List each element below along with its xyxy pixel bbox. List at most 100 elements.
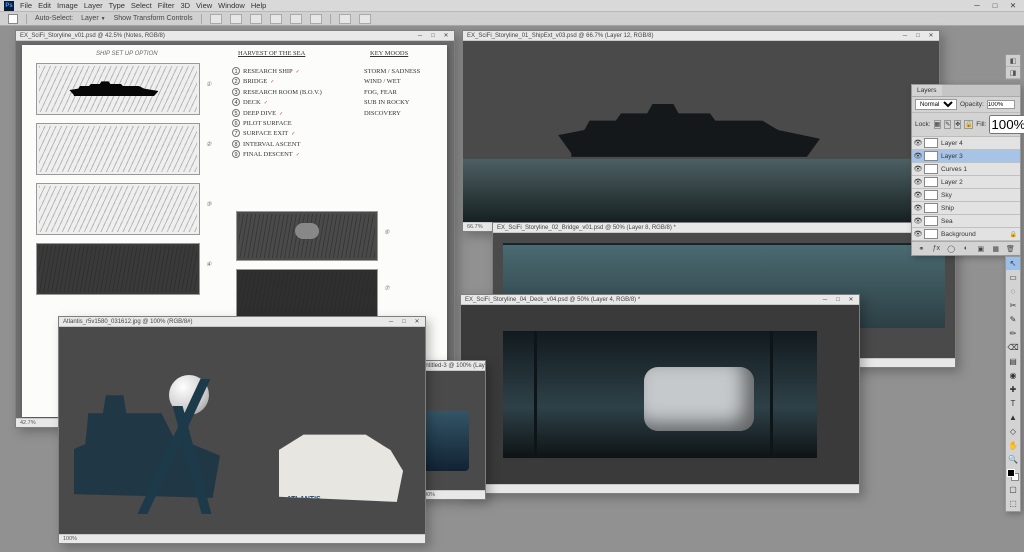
- layer-name[interactable]: Ship: [941, 205, 954, 212]
- menu-window[interactable]: Window: [218, 1, 245, 10]
- visibility-toggle-icon[interactable]: 👁: [912, 217, 924, 225]
- layer-row[interactable]: 👁 Sea: [912, 215, 1020, 228]
- window-maximize-button[interactable]: □: [398, 318, 410, 325]
- document-window-sub[interactable]: EX_SciFi_Storyline_04_Deck_v04.psd @ 50%…: [460, 294, 860, 494]
- window-titlebar[interactable]: EX_SciFi_Storyline_04_Deck_v04.psd @ 50%…: [461, 295, 859, 305]
- align-center-button[interactable]: [230, 14, 242, 24]
- distribute-v-button[interactable]: [359, 14, 371, 24]
- adjustment-layer-icon[interactable]: ◐: [961, 244, 971, 253]
- quick-mask-toggle[interactable]: ▢: [1006, 483, 1020, 496]
- crop-tool[interactable]: ✂: [1006, 299, 1020, 312]
- menu-type[interactable]: Type: [109, 1, 125, 10]
- window-maximize-button[interactable]: □: [832, 296, 844, 303]
- window-titlebar[interactable]: EX_SciFi_Storyline_01_ShipExt_v03.psd @ …: [463, 31, 939, 41]
- document-window-ship-exterior[interactable]: EX_SciFi_Storyline_01_ShipExt_v03.psd @ …: [462, 30, 940, 232]
- window-minimize-button[interactable]: ─: [899, 32, 911, 39]
- window-minimize-button[interactable]: ─: [385, 318, 397, 325]
- opacity-input[interactable]: [987, 100, 1015, 109]
- tool-preset-picker[interactable]: [8, 14, 18, 24]
- zoom-level[interactable]: 66.7%: [467, 224, 483, 230]
- layer-name[interactable]: Background: [941, 231, 976, 238]
- layer-row[interactable]: 👁 Sky: [912, 189, 1020, 202]
- app-logo[interactable]: Ps: [4, 1, 14, 11]
- brush-tool[interactable]: ✏: [1006, 327, 1020, 340]
- layer-style-icon[interactable]: ƒx: [931, 244, 941, 253]
- path-tool[interactable]: ▲: [1006, 411, 1020, 424]
- eraser-tool[interactable]: ⌫: [1006, 341, 1020, 354]
- document-canvas[interactable]: [417, 371, 485, 490]
- window-titlebar[interactable]: Untitled-3 @ 100% (Layer 1, RGB/8) ✕: [417, 361, 485, 371]
- tools-panel[interactable]: ↖ ▭ ◌ ✂ ✎ ✏ ⌫ ▤ ◉ ✚ T ▲ ◇ ✋ 🔍 ▢ ⬚: [1005, 256, 1021, 512]
- marquee-tool[interactable]: ▭: [1006, 271, 1020, 284]
- layer-name[interactable]: Layer 4: [941, 140, 963, 147]
- layer-thumbnail[interactable]: [924, 203, 938, 213]
- layer-thumbnail[interactable]: [924, 151, 938, 161]
- visibility-toggle-icon[interactable]: 👁: [912, 139, 924, 147]
- app-close-button[interactable]: ✕: [1005, 2, 1021, 10]
- foreground-color[interactable]: [1007, 469, 1015, 477]
- lasso-tool[interactable]: ◌: [1006, 285, 1020, 298]
- layer-name[interactable]: Sea: [941, 218, 953, 225]
- window-close-button[interactable]: ✕: [411, 318, 423, 325]
- lock-position-icon[interactable]: ✥: [954, 120, 961, 129]
- menu-file[interactable]: File: [20, 1, 32, 10]
- window-close-button[interactable]: ✕: [845, 296, 857, 303]
- document-canvas[interactable]: ATLANTIS WOODS HOLE 5000: [59, 327, 425, 534]
- align-top-button[interactable]: [270, 14, 282, 24]
- document-canvas[interactable]: [463, 41, 939, 222]
- menu-layer[interactable]: Layer: [84, 1, 103, 10]
- layer-thumbnail[interactable]: [924, 216, 938, 226]
- layer-name[interactable]: Curves 1: [941, 166, 967, 173]
- menu-3d[interactable]: 3D: [180, 1, 190, 10]
- menu-edit[interactable]: Edit: [38, 1, 51, 10]
- collapsed-panel-icon[interactable]: ◧: [1006, 55, 1020, 67]
- lock-transparency-icon[interactable]: ▦: [934, 120, 942, 129]
- window-maximize-button[interactable]: □: [912, 32, 924, 39]
- collapsed-panel-icon[interactable]: ◨: [1006, 67, 1020, 79]
- layer-thumbnail[interactable]: [924, 138, 938, 148]
- layer-row[interactable]: 👁Layer 3: [912, 150, 1020, 163]
- window-titlebar[interactable]: EX_SciFi_Storyline_v01.psd @ 42.5% (Note…: [16, 31, 454, 41]
- layer-name[interactable]: Sky: [941, 192, 952, 199]
- window-titlebar[interactable]: Atlantis_r5v1580_031612.jpg @ 100% (RGB/…: [59, 317, 425, 327]
- window-minimize-button[interactable]: ─: [414, 32, 426, 39]
- align-right-button[interactable]: [250, 14, 262, 24]
- layer-row[interactable]: 👁 Layer 4: [912, 137, 1020, 150]
- window-minimize-button[interactable]: ─: [819, 296, 831, 303]
- layer-name[interactable]: Layer 2: [941, 179, 963, 186]
- move-tool[interactable]: ↖: [1006, 257, 1020, 270]
- visibility-toggle-icon[interactable]: 👁: [912, 178, 924, 186]
- document-window-ref-crop[interactable]: Untitled-3 @ 100% (Layer 1, RGB/8) ✕ 100…: [416, 360, 486, 500]
- visibility-toggle-icon[interactable]: 👁: [912, 191, 924, 199]
- tab-layers[interactable]: Layers: [912, 85, 942, 96]
- delete-layer-icon[interactable]: 🗑: [1005, 244, 1015, 253]
- window-titlebar[interactable]: EX_SciFi_Storyline_02_Bridge_v01.psd @ 5…: [493, 223, 955, 233]
- align-bottom-button[interactable]: [310, 14, 322, 24]
- group-icon[interactable]: ▣: [976, 244, 986, 253]
- dodge-tool[interactable]: ◉: [1006, 369, 1020, 382]
- menu-filter[interactable]: Filter: [158, 1, 175, 10]
- fill-input[interactable]: [989, 115, 1024, 134]
- layer-thumbnail[interactable]: [924, 229, 938, 239]
- visibility-toggle-icon[interactable]: 👁: [912, 204, 924, 212]
- zoom-tool[interactable]: 🔍: [1006, 453, 1020, 466]
- hand-tool[interactable]: ✋: [1006, 439, 1020, 452]
- layer-thumbnail[interactable]: [924, 177, 938, 187]
- layer-mask-icon[interactable]: ◯: [946, 244, 956, 253]
- layer-row[interactable]: 👁 Ship: [912, 202, 1020, 215]
- layers-panel[interactable]: Layers Normal Opacity: Lock: ▦ ✎ ✥ 🔒 Fil…: [911, 84, 1021, 256]
- document-canvas[interactable]: [461, 305, 859, 484]
- layer-row[interactable]: 👁Background🔒: [912, 228, 1020, 241]
- app-maximize-button[interactable]: □: [987, 2, 1003, 10]
- visibility-toggle-icon[interactable]: 👁: [912, 152, 924, 160]
- layer-row[interactable]: 👁 Layer 2: [912, 176, 1020, 189]
- menu-view[interactable]: View: [196, 1, 212, 10]
- menu-image[interactable]: Image: [57, 1, 78, 10]
- visibility-toggle-icon[interactable]: 👁: [912, 165, 924, 173]
- collapsed-panel-dock[interactable]: ◧ ◨: [1005, 54, 1021, 80]
- distribute-h-button[interactable]: [339, 14, 351, 24]
- zoom-level[interactable]: 42.7%: [20, 420, 36, 426]
- gradient-tool[interactable]: ▤: [1006, 355, 1020, 368]
- layer-thumbnail[interactable]: [924, 190, 938, 200]
- app-minimize-button[interactable]: ─: [969, 2, 985, 10]
